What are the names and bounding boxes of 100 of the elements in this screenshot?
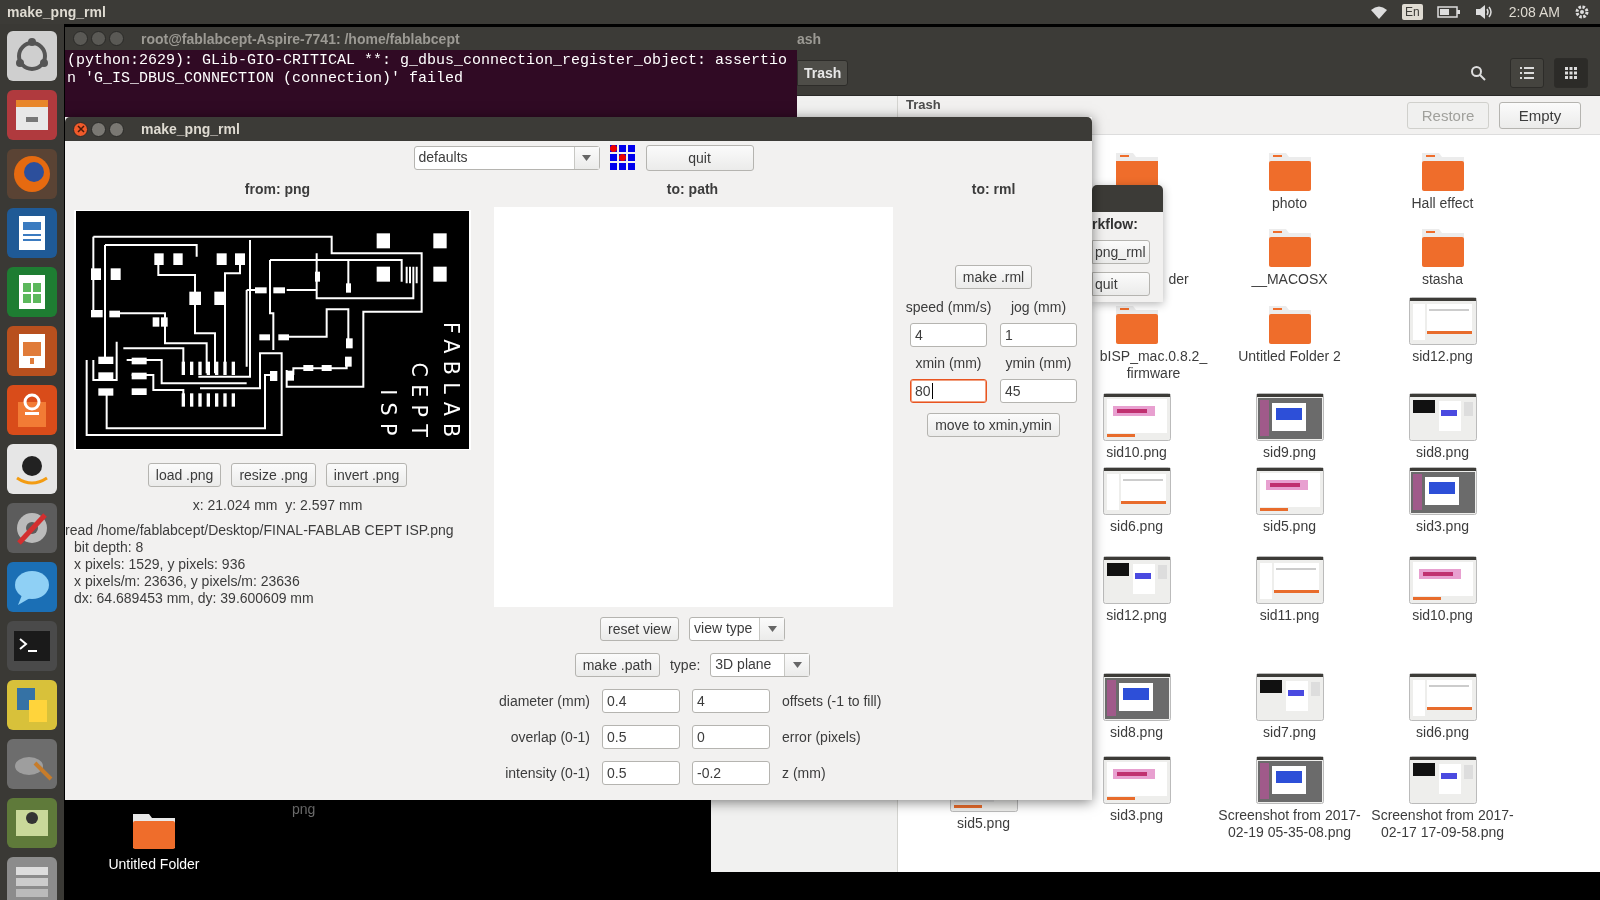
terminal-line: n 'G_IS_DBUS_CONNECTION (connection)' failed xyxy=(67,70,465,88)
file-drawer-icon[interactable] xyxy=(7,90,57,140)
file-name[interactable]: sid10.png xyxy=(1106,444,1167,461)
file-path-text: read /home/fablabcept/Desktop/FINAL-FABLAB CEPT ISP.png xyxy=(65,522,455,539)
field-label: xmin (mm) xyxy=(915,355,982,371)
keyboard-layout-indicator[interactable]: En xyxy=(1401,4,1423,20)
cursor-coordinates: x: 21.024 mm y: 2.597 mm xyxy=(191,497,364,513)
quit-button[interactable]: quit xyxy=(645,145,754,171)
type-dropdown[interactable]: 3D plane xyxy=(710,653,811,677)
file-name[interactable]: __MACOSX xyxy=(1251,271,1328,288)
browser-icon[interactable] xyxy=(7,149,57,199)
view-type-dropdown[interactable]: view type xyxy=(689,617,785,641)
parameter-label: z (mm) xyxy=(782,765,827,781)
search-icon[interactable] xyxy=(1470,64,1486,81)
settings-icon[interactable] xyxy=(1574,4,1590,20)
document-icon[interactable] xyxy=(7,208,57,258)
folder-icon[interactable] xyxy=(131,812,177,850)
section-heading: rkflow: xyxy=(1092,216,1138,232)
window-title: ash xyxy=(797,30,822,47)
file-name[interactable]: sid12.png xyxy=(1106,607,1167,624)
parameter-label: offsets (-1 to fill) xyxy=(782,693,883,709)
file-name[interactable]: der xyxy=(1168,271,1189,288)
load-button[interactable]: load .png xyxy=(147,463,222,487)
volume-icon[interactable] xyxy=(1474,5,1495,19)
input-field[interactable]: -0.2 xyxy=(692,761,770,785)
location-label: Trash xyxy=(906,96,941,112)
battery-icon[interactable] xyxy=(1436,6,1461,18)
grid-view-button[interactable] xyxy=(1554,57,1588,88)
file-name[interactable]: Hall effect xyxy=(1411,195,1474,212)
file-label[interactable]: png xyxy=(292,801,316,817)
list-view-button[interactable] xyxy=(1510,57,1544,88)
make-rml-button[interactable]: make .rml xyxy=(954,265,1033,289)
file-name[interactable]: photo xyxy=(1271,195,1307,212)
close-button[interactable] xyxy=(73,121,88,137)
snake-icon[interactable] xyxy=(7,680,57,730)
field-label: jog (mm) xyxy=(1010,299,1067,315)
clock[interactable]: 2:08 AM xyxy=(1508,4,1560,20)
empty-button[interactable]: Empty xyxy=(1499,101,1581,129)
reset-view-button[interactable]: reset view xyxy=(600,617,679,641)
file-name[interactable]: stasha xyxy=(1421,271,1464,288)
parameter-label: diameter (mm) xyxy=(498,693,590,709)
circuit-board-drawing: FABLAB CEPT ISP xyxy=(74,210,471,450)
input-field[interactable]: 0.5 xyxy=(602,725,680,749)
parameter-label: overlap (0-1) xyxy=(509,729,590,745)
make-path-button[interactable]: make .path xyxy=(574,653,660,677)
file-name[interactable]: sid8.png xyxy=(1416,444,1469,461)
workflow-button[interactable]: png_rml xyxy=(1092,240,1150,264)
spreadsheet-icon[interactable] xyxy=(7,267,57,317)
shopping-bag-icon[interactable] xyxy=(7,385,57,435)
file-name[interactable]: sid3.png xyxy=(1110,807,1163,824)
file-name[interactable]: sid6.png xyxy=(1110,518,1163,535)
file-name[interactable]: sid3.png xyxy=(1416,518,1469,535)
quit-button[interactable]: quit xyxy=(1092,272,1150,296)
file-name[interactable]: sid9.png xyxy=(1263,444,1316,461)
file-name[interactable]: Screenshot from 2017-02-19 05-35-08.png xyxy=(1214,807,1365,841)
resize-button[interactable]: resize .png xyxy=(231,463,316,487)
type-label: type: xyxy=(669,657,701,673)
dash-icon[interactable] xyxy=(7,31,57,81)
move-button[interactable]: move to xmin,ymin xyxy=(927,413,1060,437)
maximize-button[interactable] xyxy=(109,121,124,137)
file-name[interactable]: sid8.png xyxy=(1110,724,1163,741)
file-name[interactable]: bISP_mac.0.8.2_ firmware xyxy=(1094,348,1213,382)
field-label: speed (mm/s) xyxy=(905,299,992,315)
file-name[interactable]: sid12.png xyxy=(1412,348,1473,365)
chat-bubble-icon[interactable] xyxy=(7,562,57,612)
folder-label[interactable]: Untitled Folder xyxy=(108,856,200,872)
input-field[interactable]: 80 xyxy=(910,379,987,403)
file-name[interactable]: Untitled Folder 2 xyxy=(1238,348,1341,365)
parameter-label: intensity (0-1) xyxy=(504,765,590,781)
path-button[interactable]: Trash xyxy=(797,59,849,86)
wrench-gear-icon[interactable] xyxy=(7,503,57,553)
window-title: make_png_rml xyxy=(141,121,240,137)
map-stack-icon[interactable] xyxy=(7,798,57,848)
file-name[interactable]: sid11.png xyxy=(1259,607,1320,624)
input-field[interactable]: 0 xyxy=(692,725,770,749)
invert-button[interactable]: invert .png xyxy=(325,463,408,487)
minimize-button[interactable] xyxy=(91,121,106,137)
wifi-icon[interactable] xyxy=(1369,5,1388,19)
file-name[interactable]: sid7.png xyxy=(1263,724,1316,741)
dot-grid-icon xyxy=(609,145,636,171)
input-field[interactable]: 0.4 xyxy=(602,689,680,713)
image-info-text: bit depth: 8 xyxy=(73,539,145,556)
caret-icon xyxy=(792,662,802,668)
terminal-line: (python:2629): GLib-GIO-CRITICAL **: g_dbus_connection_register_object: assertio xyxy=(67,52,789,70)
preset-dropdown[interactable]: defaults xyxy=(413,146,600,170)
caret-icon xyxy=(582,155,591,161)
input-field[interactable]: 45 xyxy=(1000,379,1077,403)
terminal-icon[interactable] xyxy=(7,621,57,671)
file-name[interactable]: sid10.png xyxy=(1412,607,1473,624)
column-heading: to: rml xyxy=(971,181,1016,197)
input-field[interactable]: 0.5 xyxy=(602,761,680,785)
list-icon xyxy=(1520,66,1534,79)
file-name[interactable]: sid5.png xyxy=(1263,518,1316,535)
input-field[interactable]: 1 xyxy=(1000,323,1077,347)
input-field[interactable]: 4 xyxy=(692,689,770,713)
input-field[interactable]: 4 xyxy=(910,323,987,347)
file-name[interactable]: sid5.png xyxy=(957,815,1010,832)
presentation-icon[interactable] xyxy=(7,326,57,376)
file-name[interactable]: sid6.png xyxy=(1416,724,1469,741)
file-name[interactable]: Screenshot from 2017-02-17 17-09-58.png xyxy=(1367,807,1518,841)
